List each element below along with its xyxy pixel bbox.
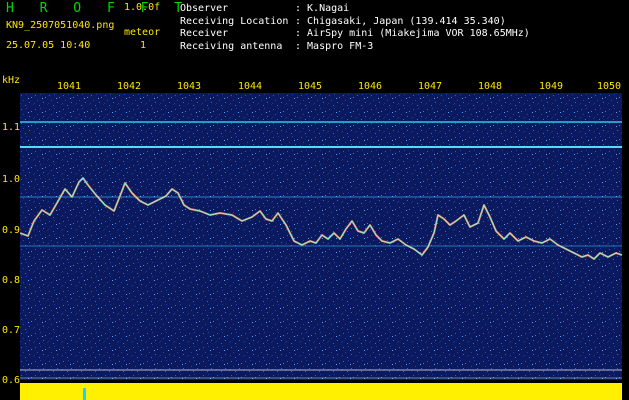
info-row-antenna: Receiving antenna : Maspro FM-3: [180, 41, 530, 54]
spectrogram-plot: [19, 93, 623, 380]
info-value: : Chigasaki, Japan (139.414 35.340): [295, 15, 506, 27]
mode-label: meteor: [124, 27, 161, 38]
info-value: : AirSpy mini (Miakejima VOR 108.65MHz): [295, 28, 530, 39]
x-tick: 1042: [117, 81, 142, 92]
info-row-observer: Observer : K.Nagai: [180, 3, 530, 16]
position-marker: [83, 388, 86, 400]
y-tick: 0.7: [2, 325, 21, 336]
info-key: Observer: [180, 3, 229, 14]
x-tick: 1045: [298, 81, 323, 92]
x-tick: 1047: [418, 81, 443, 92]
version-label: 1.0.0f: [124, 2, 161, 13]
x-tick: 1043: [177, 81, 202, 92]
file-name: KN9_2507051040.png: [6, 20, 115, 31]
station-info: Observer : K.Nagai Receiving Location : …: [180, 3, 530, 53]
y-tick: 0.9: [2, 225, 21, 236]
app-brand: H R O F F T: [6, 1, 192, 16]
y-tick: 1.1: [2, 122, 21, 133]
x-tick: 1046: [358, 81, 383, 92]
info-key: Receiving antenna: [180, 40, 283, 52]
y-tick: 1.0: [2, 174, 21, 185]
date-time: 25.07.05 10:40: [6, 40, 91, 51]
x-tick: 1050: [597, 81, 622, 92]
info-row-receiver: Receiver : AirSpy mini (Miakejima VOR 10…: [180, 28, 530, 41]
header: H R O F F T 1.0.0f KN9_2507051040.png me…: [0, 0, 629, 72]
spectrogram-svg: [19, 93, 623, 380]
info-row-location: Receiving Location : Chigasaki, Japan (1…: [180, 16, 530, 29]
info-value: : Maspro FM-3: [295, 40, 374, 52]
x-tick: 1044: [238, 81, 263, 92]
y-tick: 0.6: [2, 375, 21, 386]
signal-level-bar: [20, 383, 622, 400]
info-key: Receiver: [180, 28, 229, 39]
y-tick: 0.8: [2, 275, 21, 286]
y-axis-unit: kHz: [2, 75, 21, 86]
x-tick: 1048: [478, 81, 503, 92]
x-tick: 1041: [57, 81, 82, 92]
info-value: : K.Nagai: [295, 3, 350, 14]
info-key: Receiving Location: [180, 15, 289, 27]
x-tick: 1049: [539, 81, 564, 92]
meteor-count: 1: [140, 40, 147, 51]
